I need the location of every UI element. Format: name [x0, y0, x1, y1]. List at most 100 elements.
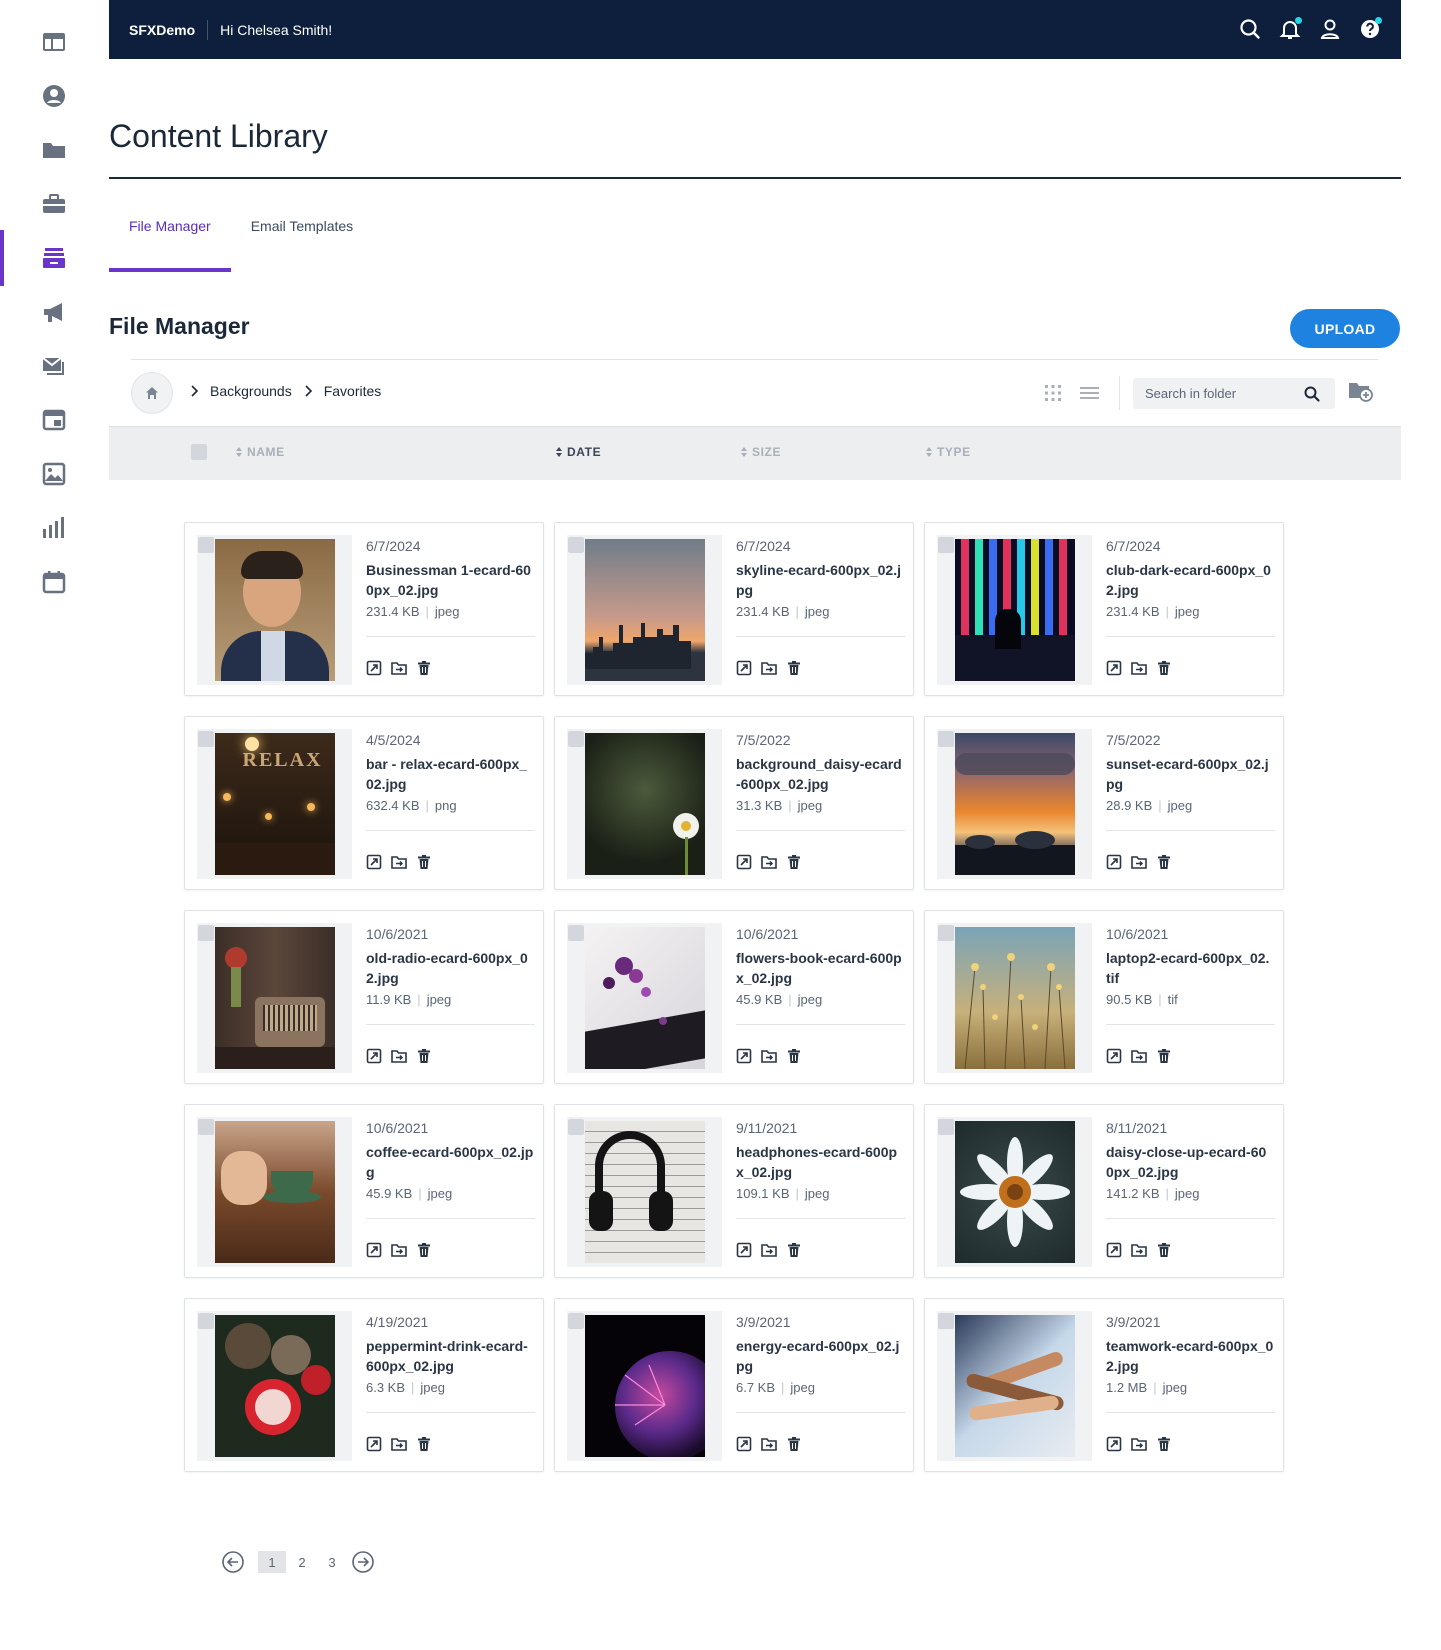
file-select-checkbox[interactable]: [938, 731, 954, 747]
delete-icon[interactable]: [416, 1436, 432, 1452]
open-icon[interactable]: [736, 1048, 752, 1064]
file-card[interactable]: 6/7/2024 Businessman 1-ecard-600px_02.jpg…: [184, 522, 544, 696]
move-icon[interactable]: [1131, 1242, 1147, 1258]
search-button[interactable]: [1237, 16, 1263, 42]
move-icon[interactable]: [391, 1436, 407, 1452]
move-icon[interactable]: [391, 1048, 407, 1064]
file-thumbnail-frame[interactable]: [937, 1311, 1092, 1461]
rail-dashboard[interactable]: [0, 14, 108, 70]
file-card[interactable]: 4/19/2021 peppermint-drink-ecard-600px_02…: [184, 1298, 544, 1472]
open-icon[interactable]: [366, 660, 382, 676]
delete-icon[interactable]: [786, 1242, 802, 1258]
open-icon[interactable]: [1106, 1048, 1122, 1064]
delete-icon[interactable]: [1156, 854, 1172, 870]
list-view-icon[interactable]: [1078, 382, 1100, 404]
file-thumbnail-frame[interactable]: RELAX: [197, 729, 352, 879]
file-thumbnail-frame[interactable]: [567, 729, 722, 879]
home-folder-button[interactable]: [131, 372, 173, 414]
move-icon[interactable]: [391, 660, 407, 676]
prev-page-button[interactable]: [221, 1550, 245, 1574]
file-card[interactable]: 8/11/2021 daisy-close-up-ecard-600px_02.j…: [924, 1104, 1284, 1278]
move-icon[interactable]: [1131, 854, 1147, 870]
open-icon[interactable]: [366, 854, 382, 870]
rail-briefcase[interactable]: [0, 176, 108, 232]
move-icon[interactable]: [391, 854, 407, 870]
search-icon[interactable]: [1303, 385, 1321, 403]
page-2[interactable]: 2: [288, 1551, 316, 1573]
file-thumbnail-frame[interactable]: [937, 1117, 1092, 1267]
open-icon[interactable]: [366, 1436, 382, 1452]
delete-icon[interactable]: [786, 854, 802, 870]
new-folder-button[interactable]: [1348, 380, 1374, 409]
open-icon[interactable]: [736, 660, 752, 676]
rail-content-library[interactable]: [0, 230, 108, 286]
move-icon[interactable]: [761, 854, 777, 870]
delete-icon[interactable]: [786, 1436, 802, 1452]
open-icon[interactable]: [736, 1436, 752, 1452]
delete-icon[interactable]: [786, 1048, 802, 1064]
file-thumbnail-frame[interactable]: [197, 535, 352, 685]
open-icon[interactable]: [1106, 660, 1122, 676]
delete-icon[interactable]: [416, 1242, 432, 1258]
move-icon[interactable]: [1131, 1048, 1147, 1064]
move-icon[interactable]: [761, 1048, 777, 1064]
file-select-checkbox[interactable]: [198, 1119, 214, 1135]
rail-landing-pages[interactable]: [0, 392, 108, 448]
file-select-checkbox[interactable]: [568, 537, 584, 553]
file-thumbnail-frame[interactable]: [567, 535, 722, 685]
sort-name[interactable]: NAME: [235, 445, 285, 459]
brand-name[interactable]: SFXDemo: [109, 19, 209, 40]
file-thumbnail-frame[interactable]: [937, 535, 1092, 685]
file-select-checkbox[interactable]: [568, 1119, 584, 1135]
file-select-checkbox[interactable]: [568, 1313, 584, 1329]
file-thumbnail-frame[interactable]: [197, 1311, 352, 1461]
move-icon[interactable]: [1131, 1436, 1147, 1452]
file-card[interactable]: 3/9/2021 energy-ecard-600px_02.jpg 6.7 KB |…: [554, 1298, 914, 1472]
grid-view-icon[interactable]: [1042, 382, 1064, 404]
file-select-checkbox[interactable]: [938, 1313, 954, 1329]
open-icon[interactable]: [1106, 1242, 1122, 1258]
breadcrumb-item-backgrounds[interactable]: Backgrounds: [210, 383, 292, 399]
file-card[interactable]: 10/6/2021 old-radio-ecard-600px_02.jpg 11.…: [184, 910, 544, 1084]
next-page-button[interactable]: [351, 1550, 375, 1574]
file-select-checkbox[interactable]: [198, 537, 214, 553]
delete-icon[interactable]: [1156, 660, 1172, 676]
rail-contacts[interactable]: [0, 68, 108, 124]
file-select-checkbox[interactable]: [198, 925, 214, 941]
rail-reports[interactable]: [0, 500, 108, 556]
move-icon[interactable]: [391, 1242, 407, 1258]
open-icon[interactable]: [1106, 1436, 1122, 1452]
open-icon[interactable]: [736, 1242, 752, 1258]
folder-search-input[interactable]: [1133, 386, 1303, 401]
file-thumbnail-frame[interactable]: [937, 923, 1092, 1073]
file-select-checkbox[interactable]: [938, 1119, 954, 1135]
move-icon[interactable]: [1131, 660, 1147, 676]
open-icon[interactable]: [736, 854, 752, 870]
file-card[interactable]: 6/7/2024 club-dark-ecard-600px_02.jpg 231.…: [924, 522, 1284, 696]
profile-button[interactable]: [1317, 16, 1343, 42]
file-thumbnail-frame[interactable]: [567, 923, 722, 1073]
delete-icon[interactable]: [786, 660, 802, 676]
file-thumbnail-frame[interactable]: [197, 1117, 352, 1267]
move-icon[interactable]: [761, 1436, 777, 1452]
upload-button[interactable]: UPLOAD: [1290, 309, 1400, 348]
file-card[interactable]: 7/5/2022 sunset-ecard-600px_02.jpg 28.9 KB…: [924, 716, 1284, 890]
file-select-checkbox[interactable]: [938, 537, 954, 553]
file-card[interactable]: 7/5/2022 background_daisy-ecard-600px_02.…: [554, 716, 914, 890]
select-all-checkbox[interactable]: [191, 444, 207, 460]
file-select-checkbox[interactable]: [568, 731, 584, 747]
file-card[interactable]: RELAX 4/5/2024 bar - relax-ecard-600px_02.…: [184, 716, 544, 890]
file-card[interactable]: 3/9/2021 teamwork-ecard-600px_02.jpg 1.2 M…: [924, 1298, 1284, 1472]
file-select-checkbox[interactable]: [198, 731, 214, 747]
notifications-button[interactable]: [1277, 16, 1303, 42]
sort-type[interactable]: TYPE: [925, 445, 971, 459]
delete-icon[interactable]: [416, 1048, 432, 1064]
file-thumbnail-frame[interactable]: [567, 1311, 722, 1461]
sort-size[interactable]: SIZE: [740, 445, 781, 459]
file-card[interactable]: 10/6/2021 laptop2-ecard-600px_02.tif 90.5 …: [924, 910, 1284, 1084]
page-1[interactable]: 1: [258, 1551, 286, 1573]
file-select-checkbox[interactable]: [938, 925, 954, 941]
rail-calendar[interactable]: [0, 554, 108, 610]
delete-icon[interactable]: [416, 854, 432, 870]
file-thumbnail-frame[interactable]: [937, 729, 1092, 879]
